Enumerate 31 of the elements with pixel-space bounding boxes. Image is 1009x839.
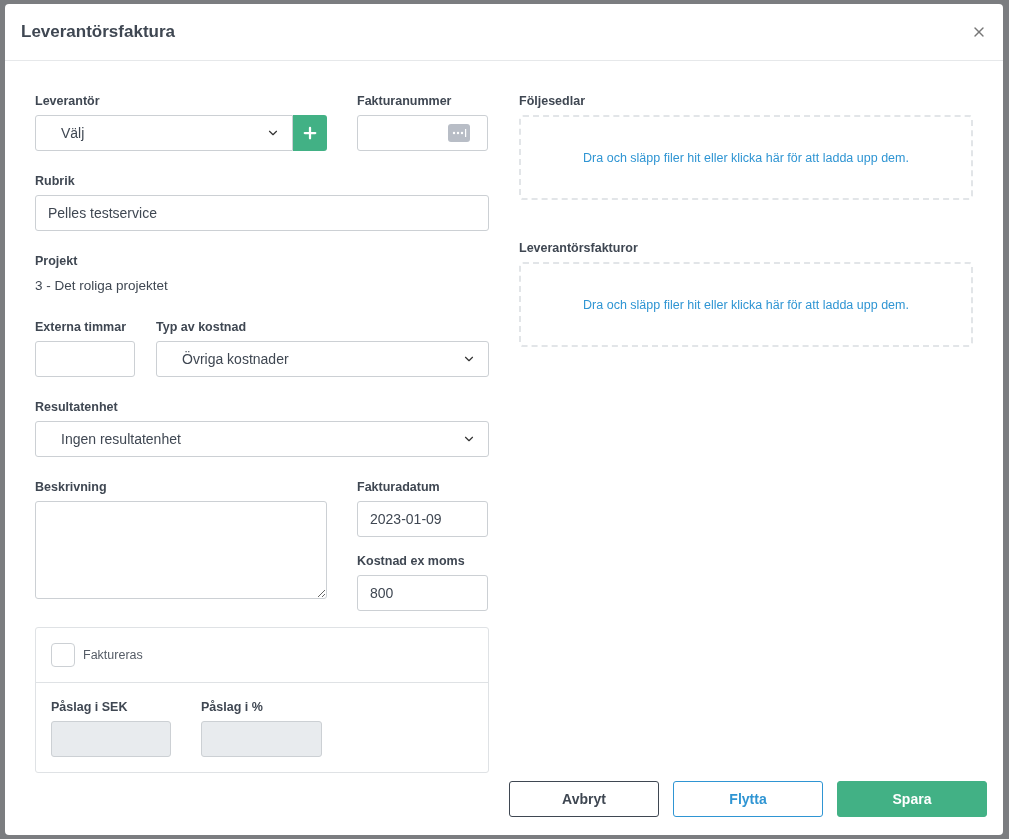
text-area[interactable] bbox=[35, 501, 327, 599]
field-label: Leverantörsfakturor bbox=[519, 240, 639, 256]
project-value: 3 - Det roliga projektet bbox=[35, 277, 169, 295]
field-label: Följesedlar bbox=[519, 93, 586, 109]
footer-button[interactable]: Avbryt bbox=[509, 781, 659, 817]
field-label: Rubrik bbox=[35, 173, 76, 189]
input-field[interactable]: 800 bbox=[357, 575, 488, 611]
field-label: Typ av kostnad bbox=[156, 319, 248, 335]
field-label: Kostnad ex moms bbox=[357, 553, 466, 569]
dialog-title: Leverantörsfaktura bbox=[21, 22, 175, 42]
field-label: Fakturadatum bbox=[357, 479, 441, 495]
field-label: Beskrivning bbox=[35, 479, 108, 495]
field-label: Resultatenhet bbox=[35, 399, 119, 415]
checkbox-label: Faktureras bbox=[83, 648, 143, 662]
plus-icon bbox=[301, 124, 319, 142]
add-button[interactable] bbox=[293, 115, 327, 151]
field-label: Projekt bbox=[35, 253, 79, 269]
select-field[interactable]: Övriga kostnader bbox=[156, 341, 489, 377]
select-field[interactable]: Ingen resultatenhet bbox=[35, 421, 489, 457]
input-field[interactable] bbox=[357, 115, 488, 151]
input-field[interactable] bbox=[35, 341, 135, 377]
checkbox[interactable] bbox=[51, 643, 75, 667]
field-label: Fakturanummer bbox=[357, 93, 453, 109]
field-label: Påslag i % bbox=[201, 699, 264, 715]
field-label: Externa timmar bbox=[35, 319, 127, 335]
input-field[interactable]: Pelles testservice bbox=[35, 195, 489, 231]
field-label: Leverantör bbox=[35, 93, 101, 109]
password-manager-icon[interactable] bbox=[448, 124, 470, 142]
field-label: Påslag i SEK bbox=[51, 699, 129, 715]
select-field[interactable]: Välj bbox=[35, 115, 293, 151]
input-field[interactable]: 2023-01-09 bbox=[357, 501, 488, 537]
